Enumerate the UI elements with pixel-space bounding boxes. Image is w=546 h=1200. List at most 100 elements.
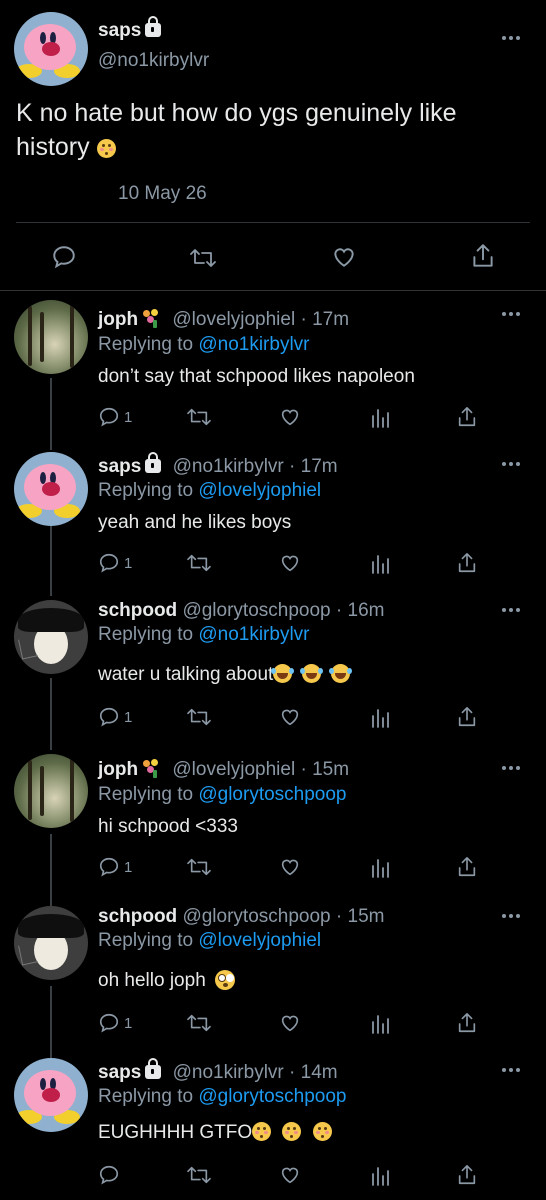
retweet-button[interactable] xyxy=(186,550,212,576)
mention-link[interactable]: @glorytoschpoop xyxy=(198,784,346,805)
reply-button[interactable]: 1 xyxy=(98,404,132,430)
author-handle[interactable]: @glorytoschpoop xyxy=(182,906,330,927)
author-handle[interactable]: @glorytoschpoop xyxy=(182,600,330,621)
rolling-eyes-emoji xyxy=(215,970,236,990)
author-name[interactable]: saps xyxy=(98,1062,141,1083)
like-button[interactable] xyxy=(278,1010,302,1036)
like-button[interactable] xyxy=(278,854,302,880)
mention-link[interactable]: @no1kirbylvr xyxy=(198,334,309,355)
share-button[interactable] xyxy=(456,704,478,730)
reply-tweet[interactable]: schpood @glorytoschpoop · 16m Replying t… xyxy=(0,598,546,750)
author-handle[interactable]: @lovelyjophiel xyxy=(172,309,295,330)
author-handle[interactable]: @no1kirbylvr xyxy=(98,50,209,72)
author-name[interactable]: joph xyxy=(98,309,138,330)
reply-count: 1 xyxy=(124,858,133,876)
author-handle[interactable]: @no1kirbylvr xyxy=(173,1062,284,1083)
reply-header: schpood @glorytoschpoop · 16m xyxy=(98,600,385,621)
more-options-icon[interactable] xyxy=(502,36,522,42)
reply-icon[interactable] xyxy=(51,244,77,270)
mention-link[interactable]: @lovelyjophiel xyxy=(198,480,321,501)
analytics-button[interactable] xyxy=(370,1162,390,1188)
more-options-icon[interactable] xyxy=(502,312,522,318)
retweet-button[interactable] xyxy=(186,854,212,880)
retweet-button[interactable] xyxy=(186,1010,212,1036)
laughing-emoji xyxy=(300,664,322,683)
share-icon xyxy=(458,1013,476,1033)
retweet-icon[interactable] xyxy=(189,245,217,271)
analytics-button[interactable] xyxy=(370,1010,390,1036)
avatar[interactable] xyxy=(14,12,88,86)
avatar[interactable] xyxy=(14,600,88,674)
author-name[interactable]: saps xyxy=(98,456,141,477)
like-icon xyxy=(281,1167,299,1184)
like-icon[interactable] xyxy=(330,244,358,270)
analytics-button[interactable] xyxy=(370,704,390,730)
retweet-icon xyxy=(187,708,211,726)
reply-tweet[interactable]: joph @lovelyjophiel · 17m Replying to @n… xyxy=(0,298,546,448)
reply-header: schpood @glorytoschpoop · 15m xyxy=(98,906,385,927)
share-icon xyxy=(458,553,476,573)
divider xyxy=(0,290,546,291)
reply-button[interactable]: 1 xyxy=(98,704,132,730)
more-options-icon[interactable] xyxy=(502,462,522,468)
avatar[interactable] xyxy=(14,452,88,526)
share-button[interactable] xyxy=(456,1162,478,1188)
retweet-button[interactable] xyxy=(186,704,212,730)
share-button[interactable] xyxy=(456,854,478,880)
like-button[interactable] xyxy=(278,704,302,730)
mention-link[interactable]: @no1kirbylvr xyxy=(198,624,309,645)
reply-button[interactable] xyxy=(98,1162,120,1188)
retweet-button[interactable] xyxy=(186,404,212,430)
flushed-emoji xyxy=(282,1122,302,1141)
reply-header: saps @no1kirbylvr · 17m xyxy=(98,452,338,477)
like-button[interactable] xyxy=(278,550,302,576)
reply-text: don’t say that schpood likes napoleon xyxy=(98,366,415,387)
author-handle[interactable]: @lovelyjophiel xyxy=(172,759,295,780)
reply-tweet[interactable]: schpood @glorytoschpoop · 15m Replying t… xyxy=(0,904,546,1056)
more-options-icon[interactable] xyxy=(502,766,522,772)
author-name[interactable]: schpood xyxy=(98,906,177,927)
reply-text: oh hello joph xyxy=(98,970,236,992)
reply-button[interactable]: 1 xyxy=(98,1010,132,1036)
analytics-button[interactable] xyxy=(370,854,390,880)
more-options-icon[interactable] xyxy=(502,914,522,920)
author-handle[interactable]: @no1kirbylvr xyxy=(173,456,284,477)
retweet-icon xyxy=(187,554,211,572)
share-icon[interactable] xyxy=(470,242,496,270)
action-bar: 1 xyxy=(98,1010,498,1036)
analytics-button[interactable] xyxy=(370,550,390,576)
reply-tweet[interactable]: joph @lovelyjophiel · 15m Replying to @g… xyxy=(0,752,546,904)
mention-link[interactable]: @lovelyjophiel xyxy=(198,930,321,951)
share-icon xyxy=(458,1165,476,1185)
tweet-date: 10 May 26 xyxy=(118,183,207,204)
more-options-icon[interactable] xyxy=(502,1068,522,1074)
reply-tweet[interactable]: saps @no1kirbylvr · 17m Replying to @lov… xyxy=(0,450,546,600)
author-name[interactable]: joph xyxy=(98,759,138,780)
reply-button[interactable]: 1 xyxy=(98,854,132,880)
share-button[interactable] xyxy=(456,550,478,576)
mention-link[interactable]: @glorytoschpoop xyxy=(198,1086,346,1107)
share-button[interactable] xyxy=(456,1010,478,1036)
avatar[interactable] xyxy=(14,1058,88,1132)
author-name[interactable]: schpood xyxy=(98,600,177,621)
reply-button[interactable]: 1 xyxy=(98,550,132,576)
more-options-icon[interactable] xyxy=(502,608,522,614)
avatar[interactable] xyxy=(14,754,88,828)
retweet-button[interactable] xyxy=(186,1162,212,1188)
replying-to: Replying to @no1kirbylvr xyxy=(98,334,310,355)
share-button[interactable] xyxy=(456,404,478,430)
reply-icon xyxy=(99,553,119,573)
like-icon xyxy=(281,1015,299,1032)
like-button[interactable] xyxy=(278,404,302,430)
analytics-button[interactable] xyxy=(370,404,390,430)
author-name[interactable]: saps xyxy=(98,20,141,41)
like-button[interactable] xyxy=(278,1162,302,1188)
avatar[interactable] xyxy=(14,300,88,374)
bouquet-emoji xyxy=(141,308,161,328)
reply-tweet[interactable]: saps @no1kirbylvr · 14m Replying to @glo… xyxy=(0,1056,546,1200)
retweet-icon xyxy=(187,1014,211,1032)
laughing-emoji xyxy=(271,664,293,683)
avatar[interactable] xyxy=(14,906,88,980)
analytics-icon xyxy=(372,859,389,878)
reply-count: 1 xyxy=(124,708,133,726)
